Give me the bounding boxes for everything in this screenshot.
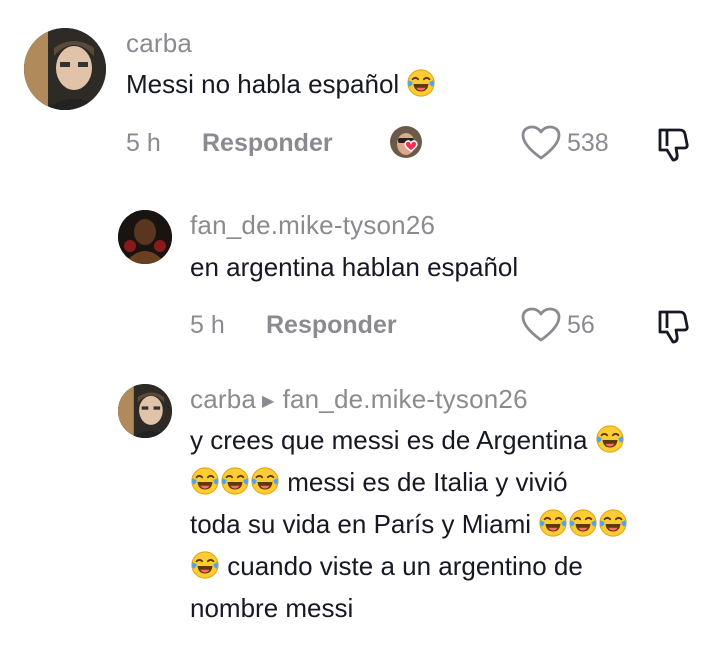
comment-line-text: toda su vida en París y Miami [190,509,532,539]
comment-username-line: carba ▶ fan_de.mike-tyson26 [190,384,528,415]
like-button[interactable]: 56 [521,307,595,343]
laughing-emoji-icon [598,508,628,538]
laughing-emoji-icon [190,466,220,496]
laughing-emoji-icon [595,424,625,454]
like-count: 538 [567,128,609,157]
comment-line: nombre messi [190,587,700,629]
comment-username[interactable]: carba [190,384,256,414]
laughing-emoji-icon [190,550,220,580]
comment-username[interactable]: fan_de.mike-tyson26 [190,210,435,241]
comment-text-body: Messi no habla español [126,69,400,99]
laughing-emoji-icon [568,508,598,538]
comment-text: Messi no habla español [126,63,436,105]
avatar[interactable] [118,384,172,438]
avatar[interactable] [24,28,106,110]
heart-icon [521,125,561,161]
avatar[interactable] [118,210,172,264]
user-avatar-carba-icon [24,28,106,110]
user-avatar-boxer-icon [118,210,172,264]
comment-line: cuando viste a un argentino de [190,545,700,587]
comment-text: en argentina hablan español [190,252,519,282]
comment-line-text: messi es de Italia y vivió [287,467,568,497]
comment-text: y crees que messi es de Argentina messi … [190,419,700,629]
dislike-icon[interactable] [656,126,692,162]
dislike-icon[interactable] [656,308,692,344]
user-avatar-carba-icon [118,384,172,438]
comment-time: 5 h [126,129,161,157]
laughing-emoji-icon [538,508,568,538]
reply-button[interactable]: Responder [202,129,333,158]
laughing-emoji-icon [220,466,250,496]
comment-line-text: nombre messi [190,593,354,623]
like-count: 56 [567,310,595,339]
like-button[interactable]: 538 [521,125,609,161]
comment-line: toda su vida en París y Miami [190,503,700,545]
reply-to-username[interactable]: fan_de.mike-tyson26 [283,384,528,414]
comment-line: messi es de Italia y vivió [190,461,700,503]
comment-line-text: y crees que messi es de Argentina [190,425,588,455]
reply-button[interactable]: Responder [266,311,397,340]
creator-liked-badge [388,124,428,164]
comment-time: 5 h [190,311,225,339]
comment-line: y crees que messi es de Argentina [190,419,700,461]
heart-icon [521,307,561,343]
comment-username[interactable]: carba [126,28,192,59]
laughing-emoji-icon [406,68,436,98]
laughing-emoji-icon [250,466,280,496]
comment-line-text: cuando viste a un argentino de [227,551,583,581]
reply-arrow-icon: ▶ [262,393,275,411]
